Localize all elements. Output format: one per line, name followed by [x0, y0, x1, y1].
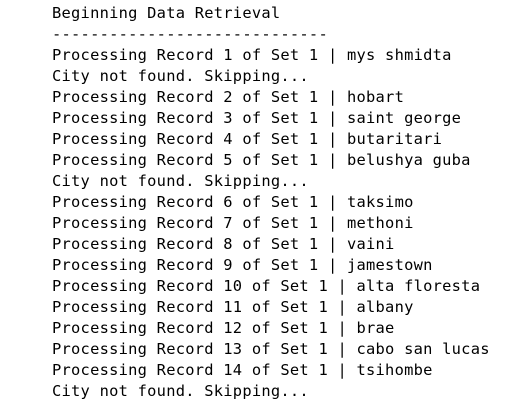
output-line: Processing Record 8 of Set 1 | vaini [52, 235, 395, 253]
output-line: Processing Record 14 of Set 1 | tsihombe [52, 361, 433, 379]
output-line: Processing Record 12 of Set 1 | brae [52, 319, 395, 337]
output-line: Processing Record 6 of Set 1 | taksimo [52, 193, 414, 211]
output-line: Beginning Data Retrieval [52, 4, 281, 22]
output-line: Processing Record 5 of Set 1 | belushya … [52, 151, 471, 169]
console-output: Beginning Data Retrieval ---------------… [52, 3, 528, 406]
output-line: Processing Record 1 of Set 1 | mys shmid… [52, 46, 452, 64]
output-line: Processing Record 2 of Set 1 | hobart [52, 88, 405, 106]
output-line: City not found. Skipping... [52, 382, 309, 400]
output-line: ----------------------------- [52, 25, 328, 43]
output-line: Processing Record 13 of Set 1 | cabo san… [52, 340, 490, 358]
output-line: Processing Record 9 of Set 1 | jamestown [52, 256, 433, 274]
output-line: Processing Record 10 of Set 1 | alta flo… [52, 277, 481, 295]
output-line: City not found. Skipping... [52, 172, 309, 190]
output-line: Processing Record 4 of Set 1 | butaritar… [52, 130, 443, 148]
output-line: Processing Record 11 of Set 1 | albany [52, 298, 414, 316]
output-line: Processing Record 7 of Set 1 | methoni [52, 214, 414, 232]
output-line: Processing Record 3 of Set 1 | saint geo… [52, 109, 462, 127]
output-line: City not found. Skipping... [52, 67, 309, 85]
